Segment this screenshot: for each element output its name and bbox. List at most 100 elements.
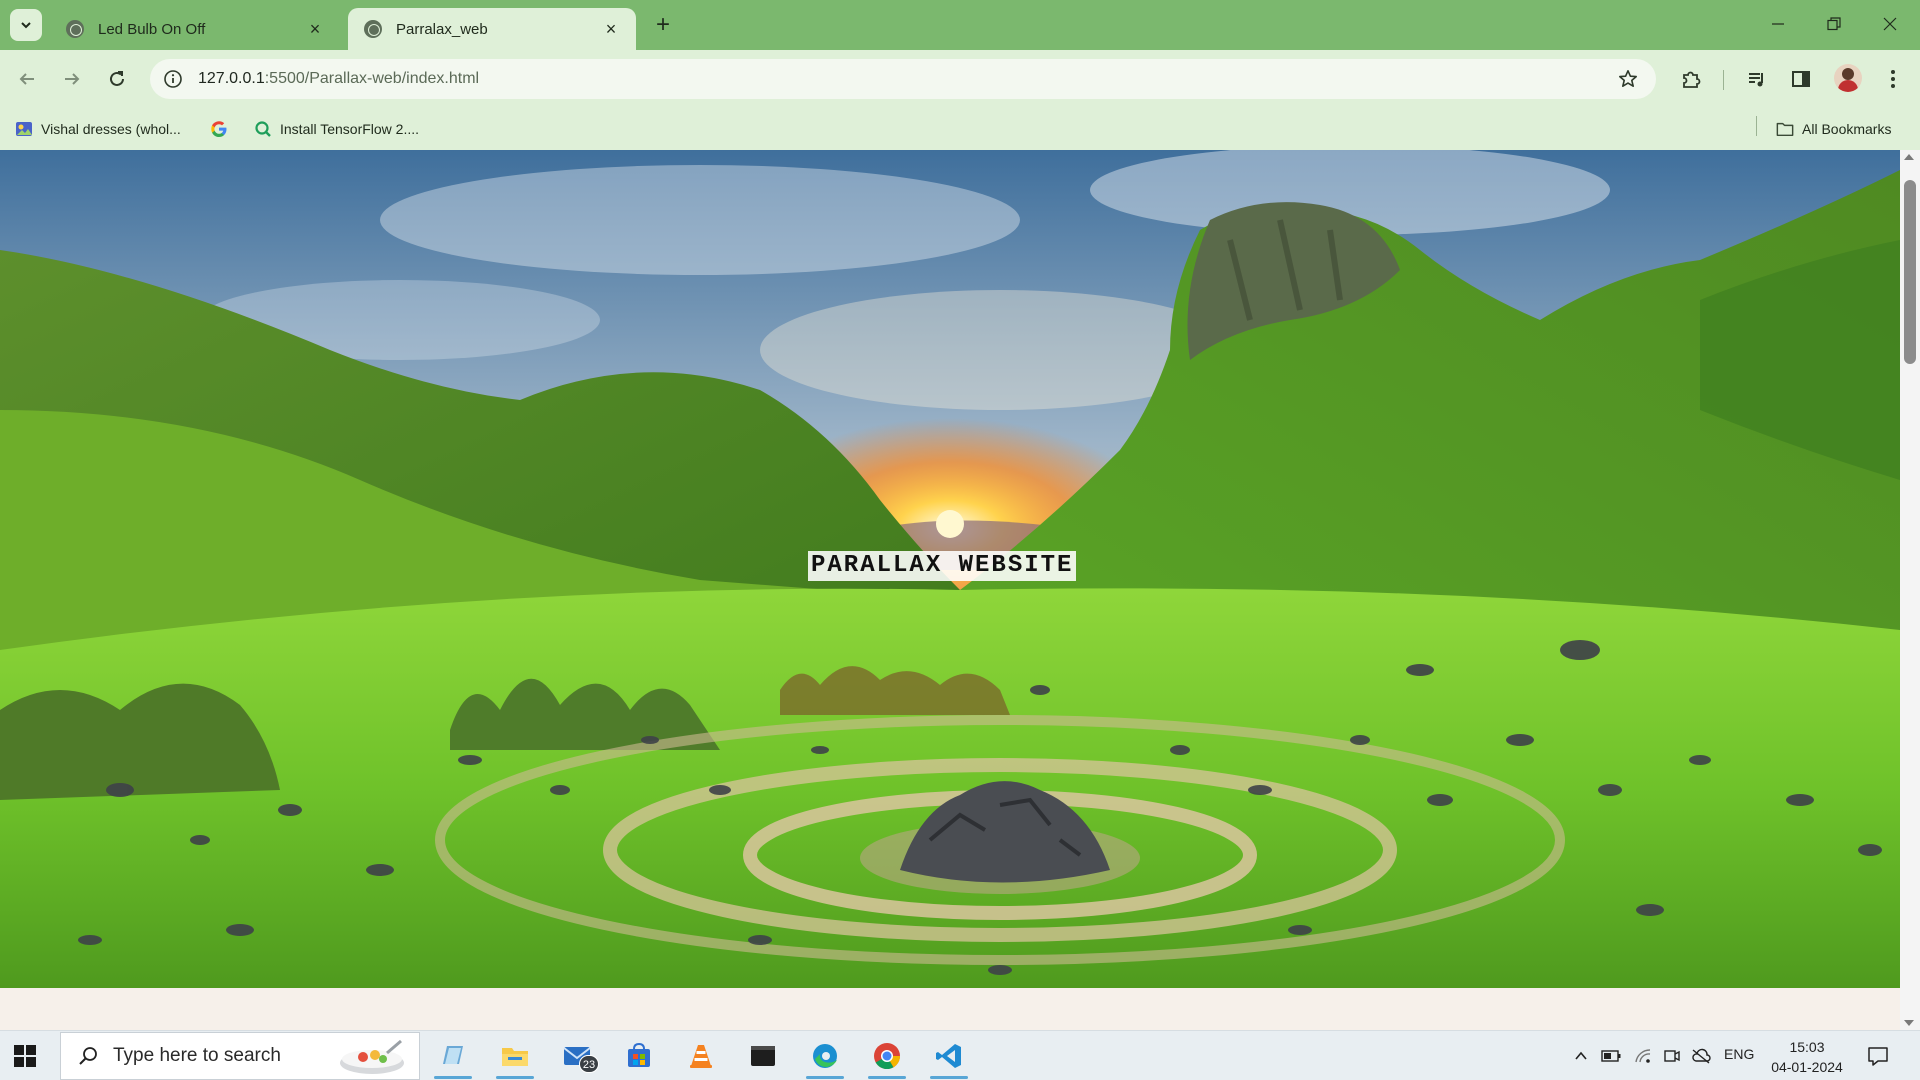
store-icon — [628, 1042, 650, 1067]
windows-taskbar: Type here to search 23 ENG 15:03 04-01-2… — [0, 1030, 1920, 1080]
edge-icon — [813, 1044, 837, 1068]
address-url[interactable]: 127.0.0.1:5500/Parallax-web/index.html — [198, 70, 479, 88]
scroll-thumb[interactable] — [1904, 180, 1916, 364]
all-bookmarks-button[interactable]: All Bookmarks — [1776, 118, 1891, 140]
browser-menu-button[interactable] — [1878, 64, 1908, 94]
puzzle-icon — [1683, 71, 1701, 88]
url-path: :5500/Parallax-web/index.html — [264, 70, 480, 87]
bookmark-install-tensorflow[interactable]: Install TensorFlow 2.... — [254, 118, 419, 140]
clock-time: 15:03 — [1789, 1039, 1825, 1055]
tab-parralax-web[interactable]: Parralax_web × — [348, 8, 636, 50]
taskbar-app-store[interactable] — [614, 1031, 664, 1080]
search-placeholder: Type here to search — [113, 1045, 281, 1066]
bookmark-google[interactable] — [210, 118, 236, 140]
close-icon[interactable]: × — [602, 19, 620, 39]
wifi-icon — [1635, 1049, 1651, 1063]
url-host: 127.0.0.1 — [198, 70, 265, 87]
all-bookmarks-label: All Bookmarks — [1802, 121, 1892, 137]
bookmark-favicon-icon — [15, 120, 33, 138]
taskbar-app-terminal[interactable] — [738, 1031, 788, 1080]
toolbar-divider — [1723, 70, 1724, 90]
arrow-left-icon — [19, 73, 34, 85]
running-indicator — [496, 1076, 534, 1079]
browser-toolbar: 127.0.0.1:5500/Parallax-web/index.html — [0, 50, 1920, 108]
file-explorer-icon — [502, 1048, 528, 1066]
windows-start-icon[interactable] — [14, 1045, 36, 1067]
restore-button[interactable] — [1806, 8, 1862, 40]
globe-icon — [364, 20, 382, 38]
reload-icon — [110, 71, 124, 86]
taskbar-search-box[interactable]: Type here to search — [60, 1032, 420, 1080]
tab-search-button[interactable] — [10, 9, 42, 41]
system-clock[interactable]: 15:03 04-01-2024 — [1768, 1037, 1846, 1077]
running-indicator — [930, 1076, 968, 1079]
mail-badge: 23 — [579, 1055, 599, 1073]
running-indicator — [434, 1076, 472, 1079]
tab-title: Parralax_web — [396, 20, 488, 38]
forward-button[interactable] — [57, 64, 87, 94]
taskbar-app-chrome[interactable] — [862, 1031, 912, 1080]
taskbar-app-edge[interactable] — [800, 1031, 850, 1080]
chrome-icon — [874, 1043, 901, 1070]
search-icon — [77, 1045, 99, 1067]
meet-now-tray-icon[interactable] — [1660, 1045, 1682, 1067]
taskbar-app-vlc[interactable] — [676, 1031, 726, 1080]
page-scrollbar[interactable] — [1900, 150, 1920, 1030]
running-indicator — [868, 1076, 906, 1079]
taskbar-app-vscode[interactable] — [924, 1031, 974, 1080]
bookmark-label: Vishal dresses (whol... — [41, 121, 181, 137]
page-viewport: PARALLAX WEBSITE — [0, 150, 1900, 1030]
chevron-up-icon — [1575, 1051, 1587, 1060]
hero-background-image: PARALLAX WEBSITE — [0, 150, 1900, 988]
extensions-button[interactable] — [1676, 64, 1706, 94]
tab-title: Led Bulb On Off — [98, 20, 206, 38]
back-button[interactable] — [12, 64, 42, 94]
network-tray-icon[interactable] — [1632, 1045, 1654, 1067]
close-window-button[interactable] — [1862, 8, 1918, 40]
close-icon[interactable]: × — [306, 19, 324, 39]
folder-icon — [1776, 120, 1794, 138]
media-controls-button[interactable] — [1742, 64, 1772, 94]
new-tab-button[interactable]: + — [650, 11, 676, 38]
restore-icon — [1827, 17, 1841, 31]
address-bar[interactable]: 127.0.0.1:5500/Parallax-web/index.html — [150, 59, 1656, 99]
arrow-right-icon — [65, 73, 80, 85]
close-icon — [1883, 17, 1897, 31]
running-indicator — [806, 1076, 844, 1079]
globe-icon — [66, 20, 84, 38]
taskbar-app-file-explorer[interactable] — [490, 1031, 540, 1080]
tab-led-bulb[interactable]: Led Bulb On Off × — [50, 8, 340, 50]
input-language[interactable]: ENG — [1724, 1046, 1754, 1062]
site-info-icon[interactable] — [162, 68, 184, 90]
reload-button[interactable] — [102, 64, 132, 94]
bookmark-label: Install TensorFlow 2.... — [280, 121, 420, 137]
clock-date: 04-01-2024 — [1771, 1059, 1843, 1075]
battery-icon — [1601, 1050, 1621, 1062]
onedrive-tray-icon[interactable] — [1690, 1045, 1712, 1067]
taskbar-app-mail[interactable]: 23 — [552, 1031, 602, 1080]
profile-avatar[interactable] — [1834, 64, 1862, 92]
more-vertical-icon — [1891, 70, 1895, 88]
vscode-icon — [936, 1044, 961, 1068]
chevron-down-icon — [21, 22, 31, 29]
tensorflow-favicon-icon — [254, 120, 272, 138]
cloud-offline-icon — [1692, 1048, 1711, 1064]
battery-tray-icon[interactable] — [1600, 1045, 1622, 1067]
terminal-icon — [751, 1046, 775, 1066]
scroll-up-arrow-icon[interactable] — [1904, 154, 1914, 160]
scroll-down-arrow-icon[interactable] — [1904, 1020, 1914, 1026]
taskbar-app-notes[interactable] — [428, 1031, 478, 1080]
side-panel-icon — [1792, 71, 1810, 87]
camera-icon — [1664, 1050, 1680, 1062]
notification-center-icon[interactable] — [1866, 1044, 1890, 1068]
bookmark-vishal-dresses[interactable]: Vishal dresses (whol... — [15, 118, 181, 140]
minimize-icon — [1772, 23, 1784, 25]
minimize-button[interactable] — [1750, 8, 1806, 40]
show-hidden-icons-button[interactable] — [1570, 1045, 1592, 1067]
bookmark-star-icon[interactable] — [1616, 67, 1640, 91]
notes-app-icon — [443, 1046, 463, 1064]
browser-tab-strip: Led Bulb On Off × Parralax_web × + — [0, 0, 1920, 50]
vlc-icon — [690, 1045, 712, 1068]
hero-title: PARALLAX WEBSITE — [808, 551, 1077, 581]
side-panel-button[interactable] — [1786, 64, 1816, 94]
